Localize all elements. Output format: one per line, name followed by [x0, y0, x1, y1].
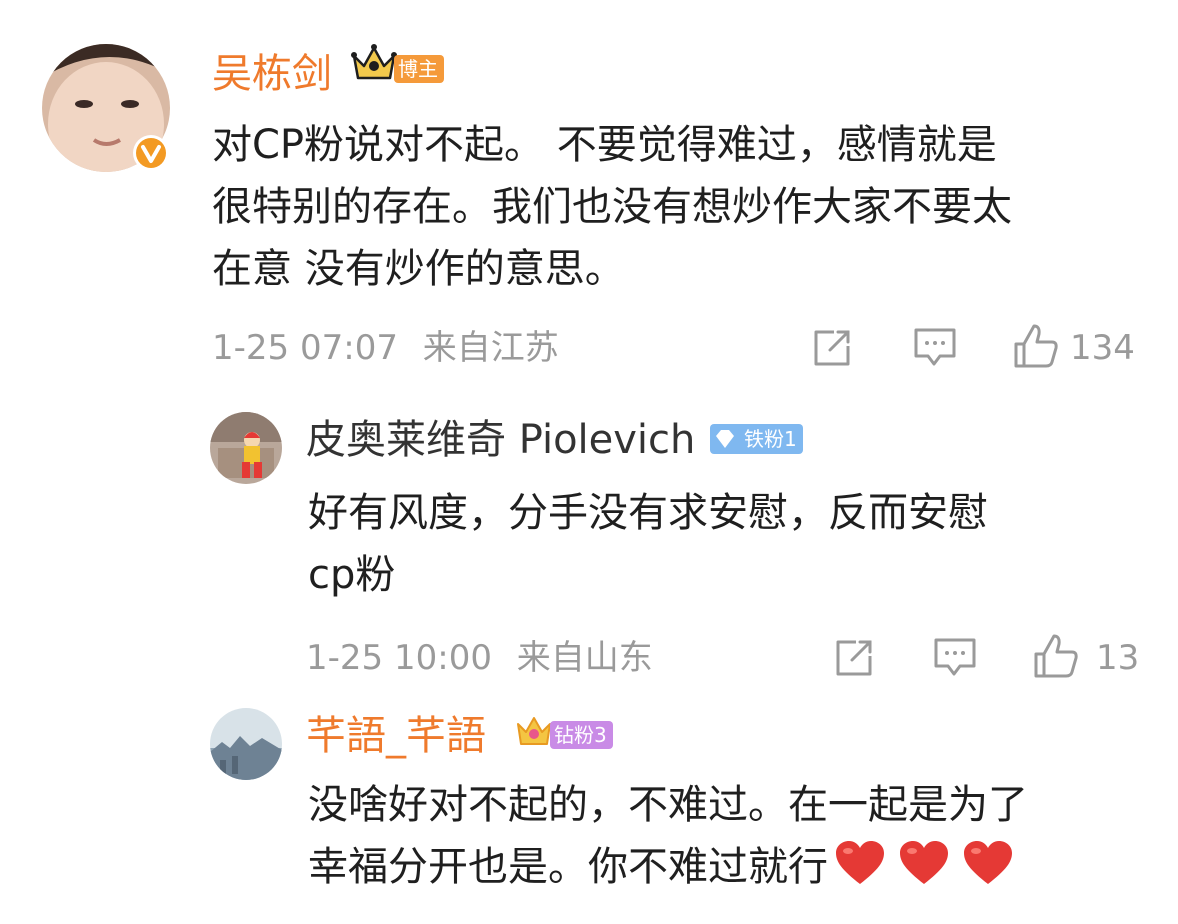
heart-emoji	[834, 840, 886, 886]
crown-icon	[350, 42, 398, 84]
comment-meta: 1-25 07:07 来自江苏	[212, 328, 559, 368]
like-icon[interactable]	[1012, 322, 1060, 370]
diamond-icon	[710, 424, 740, 454]
comment-meta: 1-25 10:00 来自山东	[306, 638, 653, 678]
heart-emoji	[962, 840, 1014, 886]
username[interactable]: 吴栋剑	[212, 50, 332, 98]
fan-badge: 钻粉3	[514, 717, 613, 750]
badge-label: 钻粉3	[550, 721, 613, 749]
like-count: 13	[1096, 638, 1140, 678]
verified-icon	[132, 134, 170, 172]
like-icon[interactable]	[1032, 632, 1080, 680]
comment-icon[interactable]	[932, 636, 978, 680]
location: 来自山东	[516, 638, 653, 678]
comment-line: 幸福分开也是。你不难过就行	[308, 836, 1028, 898]
comment-line: 好有风度，分手没有求安慰，反而安慰	[308, 490, 988, 536]
avatar[interactable]	[210, 708, 282, 780]
comment-line: 在意 没有炒作的意思。	[212, 246, 625, 292]
crown-icon	[514, 712, 554, 750]
comment-text: 对CP粉说对不起。 不要觉得难过，感情就是 很特别的存在。我们也没有想炒作大家不…	[212, 114, 1012, 300]
share-icon[interactable]	[810, 328, 854, 368]
fan-badge: 铁粉1	[710, 424, 803, 454]
badge-label: 铁粉1	[740, 424, 803, 454]
location: 来自江苏	[422, 328, 559, 368]
comment-line: 对CP粉说对不起。 不要觉得难过，感情就是	[212, 122, 997, 168]
heart-emoji	[898, 840, 950, 886]
comment-line: 没啥好对不起的，不难过。在一起是为了	[308, 782, 1028, 828]
share-icon[interactable]	[832, 638, 876, 678]
comment-line: 很特别的存在。我们也没有想炒作大家不要太	[212, 184, 1012, 230]
comment-line: cp粉	[308, 552, 396, 598]
timestamp: 1-25 10:00	[306, 638, 492, 678]
blogger-badge: 博主	[350, 44, 444, 84]
username[interactable]: 皮奥莱维奇 Piolevich	[306, 416, 695, 464]
comment-text: 好有风度，分手没有求安慰，反而安慰 cp粉	[308, 482, 988, 606]
comment-text: 没啥好对不起的，不难过。在一起是为了 幸福分开也是。你不难过就行	[308, 774, 1028, 898]
comment-line-text: 幸福分开也是。你不难过就行	[308, 844, 828, 890]
username[interactable]: 芊語_芊語	[306, 712, 486, 760]
like-count: 134	[1070, 328, 1135, 368]
badge-label: 博主	[394, 55, 444, 83]
avatar[interactable]	[210, 412, 282, 484]
comment-icon[interactable]	[912, 326, 958, 370]
timestamp: 1-25 07:07	[212, 328, 398, 368]
